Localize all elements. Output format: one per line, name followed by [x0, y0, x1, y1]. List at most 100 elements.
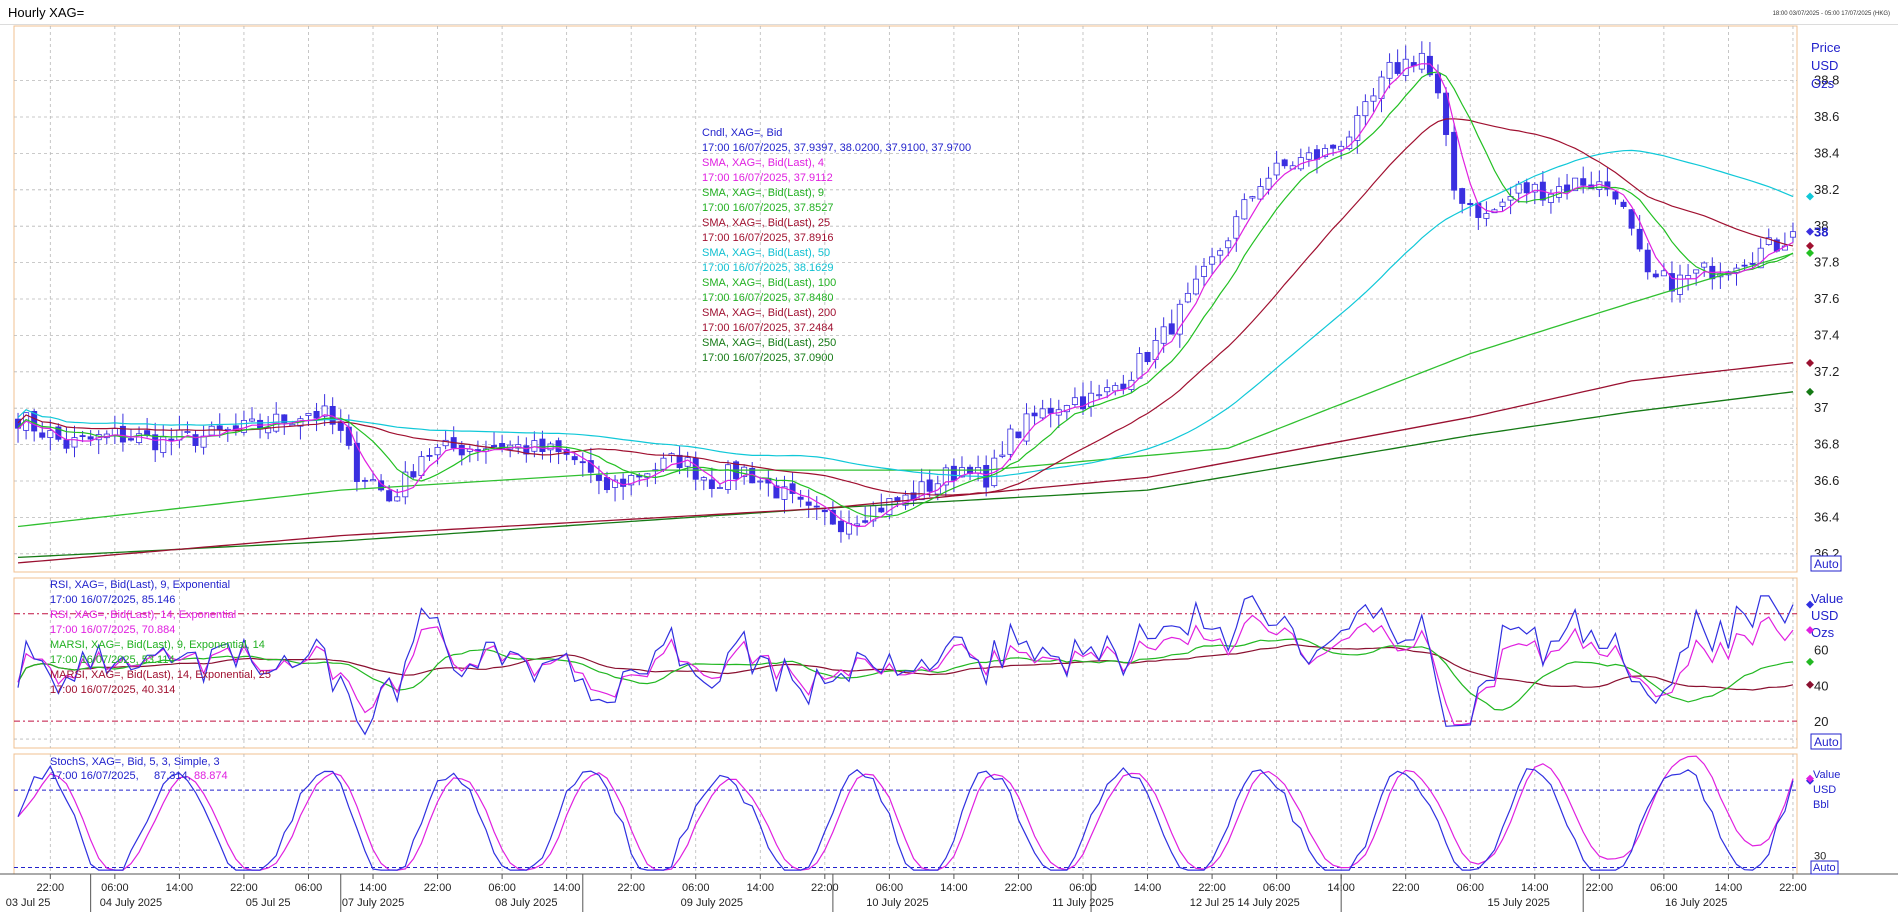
candle-body	[1660, 270, 1667, 277]
candle-body	[249, 418, 256, 422]
candle-body	[1281, 159, 1288, 167]
rsi-legend-line: 17:00 16/07/2025, 53.114	[50, 654, 175, 666]
candle-body	[579, 461, 586, 464]
rsi-legend-line: RSI, XAG=, Bid(Last), 14, Exponential	[50, 609, 236, 621]
candle-body	[1523, 182, 1530, 194]
price-legend-line: 17:00 16/07/2025, 37.0900	[702, 352, 834, 364]
hour-tick-label: 22:00	[1198, 882, 1226, 894]
candle-body	[1144, 351, 1151, 363]
candle-body	[999, 454, 1006, 457]
candle-body	[47, 430, 54, 438]
price-tick-label: 38.4	[1814, 145, 1839, 160]
price-tick-label: 38.6	[1814, 109, 1839, 124]
marsi14-marker	[1806, 680, 1814, 689]
candle-body	[345, 426, 352, 446]
candle-body	[87, 436, 94, 440]
day-label: 04 July 2025	[100, 897, 162, 909]
stoch-legend-date: 17:00 16/07/2025,	[50, 770, 139, 782]
day-label: 12 Jul 25	[1190, 897, 1235, 909]
candle-body	[539, 438, 546, 452]
hour-tick-label: 22:00	[230, 882, 258, 894]
stoch-legend-d-value: 88.874	[194, 770, 228, 782]
price-legend-line: SMA, XAG=, Bid(Last), 50	[702, 247, 830, 259]
hour-tick-label: 14:00	[553, 882, 581, 894]
candle-body	[1652, 273, 1659, 278]
candle-body	[1313, 149, 1320, 160]
day-label: 03 Jul 25	[6, 897, 51, 909]
candle-body	[1362, 101, 1369, 117]
candle-body	[700, 477, 707, 481]
rsi-axis-label: Ozs	[1811, 625, 1835, 640]
auto-button-label: Auto	[1814, 557, 1839, 571]
price-tick-label: 38.2	[1814, 182, 1839, 197]
price-auto-button[interactable]: Auto	[1810, 555, 1842, 572]
candle-body	[1273, 162, 1280, 176]
rsi-tick-label: 40	[1814, 678, 1828, 693]
hour-tick-label: 22:00	[1005, 882, 1033, 894]
candle-body	[305, 413, 312, 416]
candle-body	[1394, 62, 1401, 74]
hour-tick-label: 06:00	[682, 882, 710, 894]
hour-tick-label: 06:00	[1650, 882, 1678, 894]
rsi-axis-label: Value	[1811, 591, 1843, 606]
candle-body	[1402, 58, 1409, 76]
price-axis-label: USD	[1811, 58, 1838, 73]
candle-body	[418, 456, 425, 476]
candle-body	[1015, 431, 1022, 439]
candle-body	[805, 501, 812, 506]
candle-body	[1136, 353, 1143, 379]
candle-body	[1071, 397, 1078, 405]
last-price-label: 38	[1814, 225, 1828, 240]
price-tick-label: 36.6	[1814, 473, 1839, 488]
candle-body	[1209, 256, 1216, 265]
hour-tick-label: 14:00	[1521, 882, 1549, 894]
candle-body	[1096, 394, 1103, 397]
candle-body	[1741, 264, 1748, 267]
candle-body	[1039, 408, 1046, 419]
chart-canvas[interactable]: 22:00 06:00 14:00 22:00 06:00 14:00 22:00 06:00…	[0, 0, 1898, 912]
candle-body	[571, 456, 578, 461]
candle-body	[660, 457, 667, 470]
candle-body	[708, 479, 715, 489]
candle-body	[531, 440, 538, 452]
stoch-auto-button[interactable]: Auto	[1810, 860, 1839, 875]
candle-body	[1677, 274, 1684, 295]
candle-body	[1233, 216, 1240, 239]
candle-body	[1749, 263, 1756, 265]
candle-body	[192, 434, 199, 446]
candle-body	[1459, 188, 1466, 204]
day-label: 14 July 2025	[1237, 897, 1299, 909]
day-label: 08 July 2025	[495, 897, 557, 909]
candle-body	[846, 522, 853, 535]
rsi-auto-button[interactable]: Auto	[1810, 733, 1842, 750]
candle-body	[1483, 213, 1490, 219]
candle-body	[1249, 196, 1256, 199]
price-legend-line: 17:00 16/07/2025, 37.9112	[702, 172, 833, 184]
day-label: 07 July 2025	[342, 897, 404, 909]
candle-body	[1644, 249, 1651, 273]
price-legend-line: 17:00 16/07/2025, 37.8916	[702, 232, 834, 244]
candle-body	[1499, 201, 1506, 207]
candle-body	[1305, 152, 1312, 160]
candle-body	[1701, 262, 1708, 268]
candle-body	[1241, 199, 1248, 220]
candle-body	[144, 430, 151, 436]
candle-body	[337, 421, 344, 431]
hour-tick-label: 22:00	[424, 882, 452, 894]
candle-body	[208, 425, 215, 436]
sma250-marker	[1806, 387, 1814, 396]
candle-body	[1047, 407, 1054, 414]
rsi-tick-label: 60	[1814, 643, 1828, 658]
candle-body	[1370, 95, 1377, 102]
candle-body	[1789, 231, 1796, 238]
candle-body	[386, 490, 393, 502]
candle-body	[1515, 183, 1522, 194]
candle-body	[1596, 181, 1603, 190]
candle-body	[426, 455, 433, 457]
price-legend-line: 17:00 16/07/2025, 37.8527	[702, 202, 834, 214]
price-axis-label: Price	[1811, 40, 1841, 55]
candle-body	[821, 509, 828, 513]
candle-body	[71, 437, 78, 448]
candle-body	[1031, 412, 1038, 417]
candle-body	[79, 435, 86, 437]
